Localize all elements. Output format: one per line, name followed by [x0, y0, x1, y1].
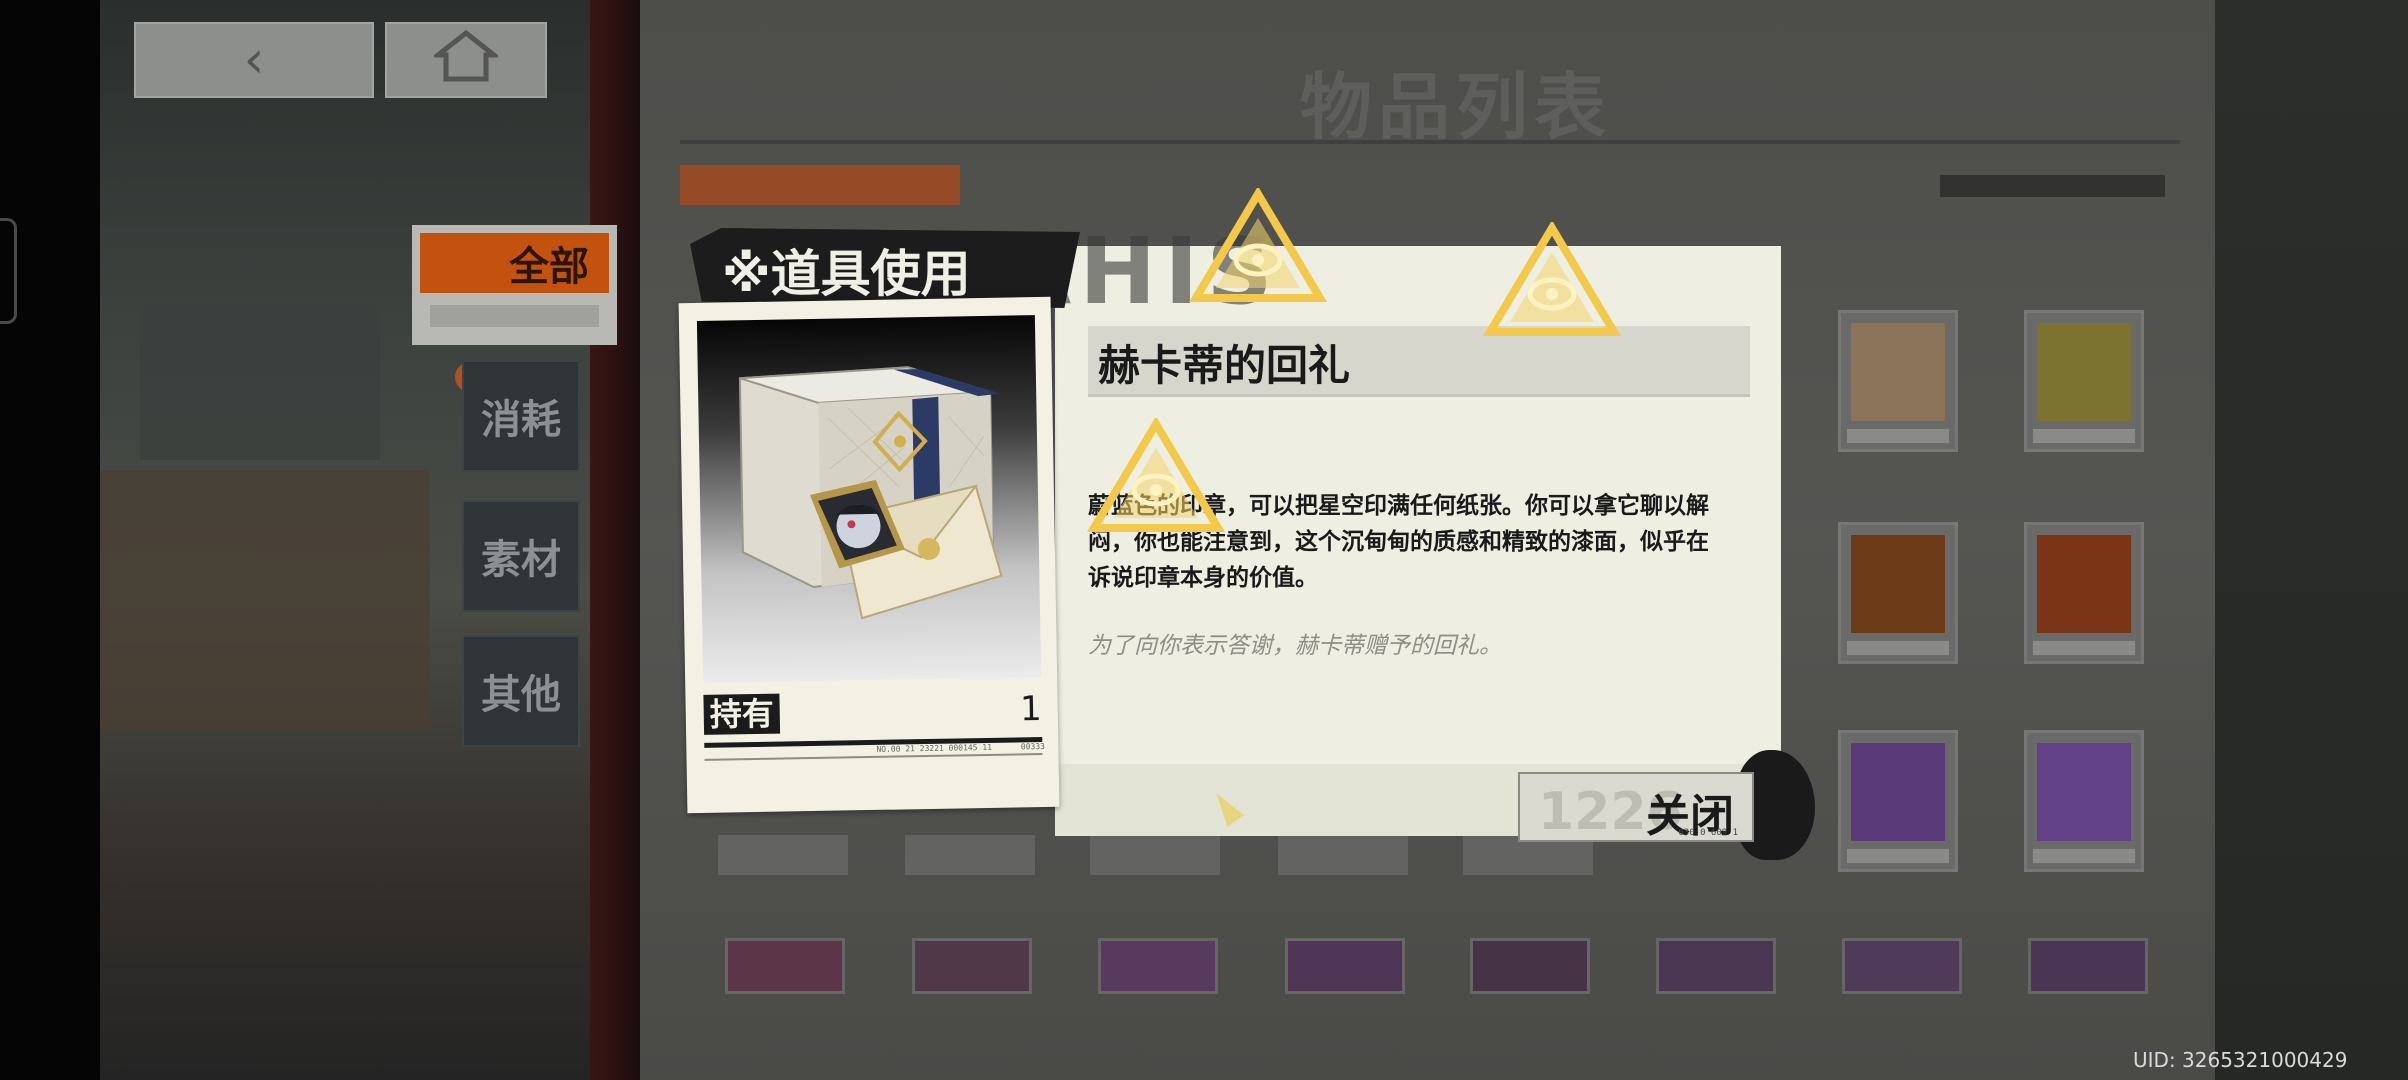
filter-consumable[interactable]: 消耗	[462, 360, 580, 472]
held-label: 持有	[703, 693, 781, 735]
item-slot[interactable]	[1838, 522, 1958, 664]
close-button-code: 030 0 609 1	[1678, 828, 1738, 838]
filter-all[interactable]: 全部	[412, 225, 617, 345]
held-count: 1	[1019, 689, 1043, 730]
filter-all-label: 全部	[420, 233, 609, 293]
close-button[interactable]: 1226 关闭 030 0 609 1	[1518, 772, 1754, 842]
item-card: 持有 1 NO.00 21 23221 000145 11 00333	[678, 296, 1060, 814]
item-slot-label	[1278, 835, 1408, 875]
item-slot[interactable]	[1470, 938, 1590, 994]
filter-material[interactable]: 素材	[462, 500, 580, 612]
user-id: UID: 3265321000429	[2133, 1048, 2348, 1072]
filter-all-sub	[430, 305, 599, 327]
item-slot[interactable]	[2024, 522, 2144, 664]
item-slot[interactable]	[2024, 730, 2144, 872]
item-slot-label	[905, 835, 1035, 875]
item-image	[696, 315, 1042, 683]
item-slot[interactable]	[1656, 938, 1776, 994]
item-count-label	[680, 165, 960, 205]
item-list-title: 物品列表	[1300, 65, 1613, 149]
item-name: 赫卡蒂的回礼	[1098, 341, 1351, 390]
item-slot[interactable]	[1838, 310, 1958, 452]
side-handle[interactable]	[0, 218, 17, 324]
held-divider-thin	[704, 753, 1043, 761]
item-slot[interactable]	[1098, 938, 1218, 994]
screen-left-bezel	[0, 0, 100, 1080]
back-button[interactable]: ‹	[134, 22, 374, 98]
item-slot[interactable]	[725, 938, 845, 994]
sort-control[interactable]	[1940, 175, 2165, 197]
item-slot[interactable]	[1842, 938, 1962, 994]
seal-stamp-icon	[1482, 222, 1622, 336]
item-flavor-text: 为了向你表示答谢，赫卡蒂赠予的回礼。	[1088, 633, 1502, 659]
item-slot[interactable]	[912, 938, 1032, 994]
background-container	[140, 310, 380, 460]
held-row: 持有 1	[703, 689, 1042, 739]
seal-stamp-icon	[1188, 188, 1328, 302]
item-slot[interactable]	[2028, 938, 2148, 994]
item-slot-label	[1090, 835, 1220, 875]
background-right-scene	[2215, 0, 2408, 1080]
background-crate	[100, 470, 430, 730]
title-divider	[680, 140, 2180, 144]
home-button[interactable]	[385, 22, 547, 98]
item-slot[interactable]	[1838, 730, 1958, 872]
serial-number: NO.00 21 23221 000145 11 00333	[876, 741, 1046, 754]
home-icon	[430, 29, 502, 92]
dialog-header: ※道具使用	[722, 245, 971, 303]
filter-other[interactable]: 其他	[462, 635, 580, 747]
gift-box-illustration	[738, 366, 1003, 620]
item-slot-label	[718, 835, 848, 875]
seal-stamp-icon	[1086, 418, 1226, 532]
background-red-pillar	[590, 0, 640, 1080]
chevron-left-icon: ‹	[243, 30, 265, 90]
item-slot[interactable]	[1285, 938, 1405, 994]
item-slot[interactable]	[2024, 310, 2144, 452]
